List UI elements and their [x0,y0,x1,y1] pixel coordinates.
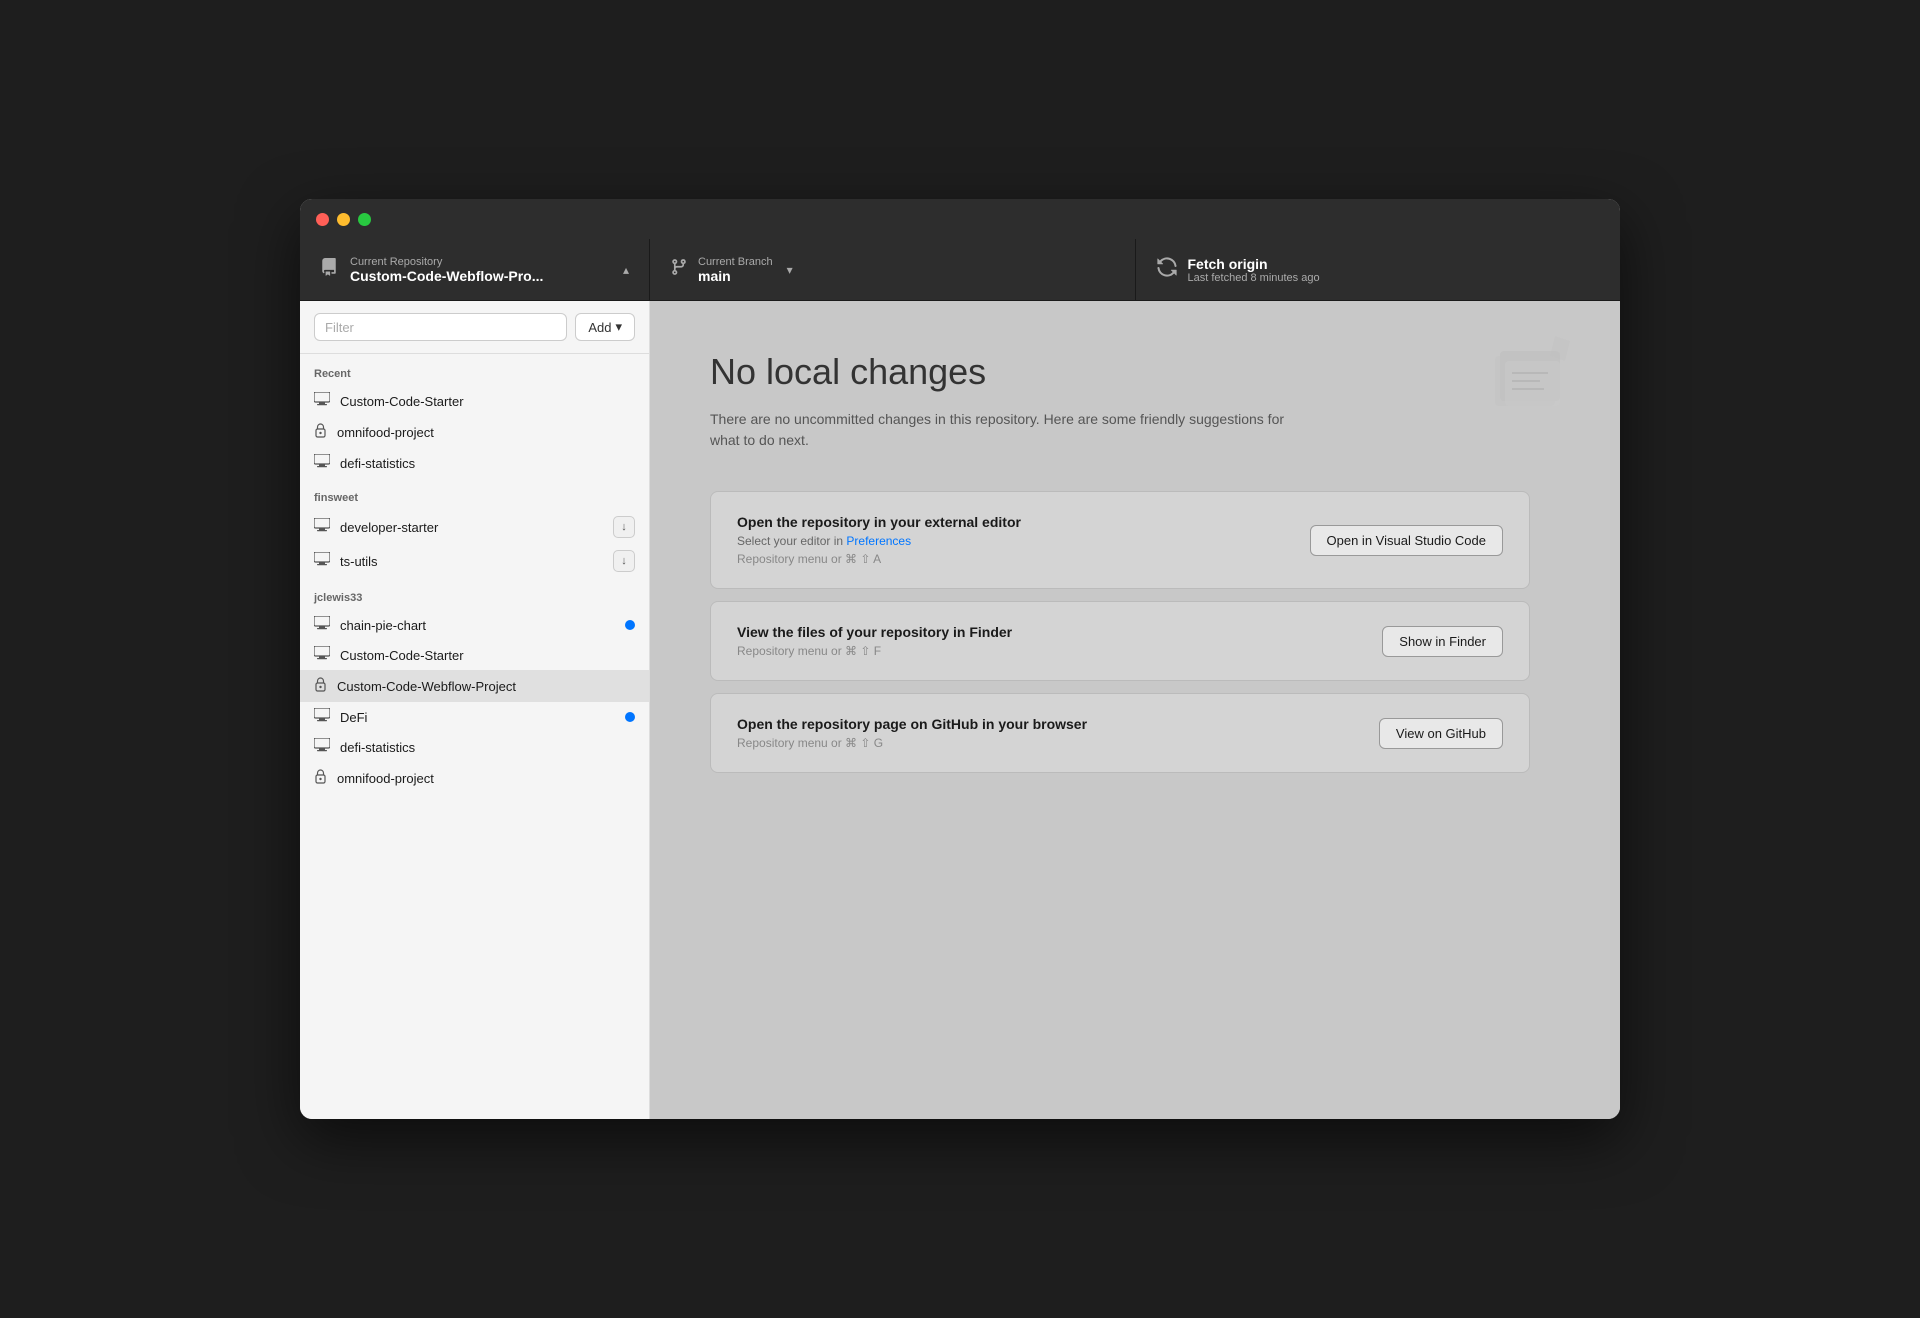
section-label-jclewis33: jclewis33 [300,578,649,610]
show-in-finder-button[interactable]: Show in Finder [1382,626,1503,657]
section-label-recent: Recent [300,354,649,386]
sidebar-item-name: Custom-Code-Webflow-Project [337,679,635,694]
no-changes-title: No local changes [710,351,986,393]
branch-label: Current Branch [698,256,773,268]
sidebar-item-name: developer-starter [340,520,603,535]
suggestion-info: View the files of your repository in Fin… [737,624,1382,658]
sidebar-item-name: DeFi [340,710,615,725]
suggestion-meta-prefix: Select your editor in [737,534,846,548]
sidebar-item-defi-statistics-jcl[interactable]: defi-statistics [300,732,649,762]
sidebar-item-developer-starter[interactable]: developer-starter ↓ [300,510,649,544]
add-button[interactable]: Add ▾ [575,313,635,341]
sidebar-item-defi[interactable]: DeFi [300,702,649,732]
monitor-icon [314,454,330,472]
suggestion-card-finder: View the files of your repository in Fin… [710,601,1530,681]
suggestion-card-github: Open the repository page on GitHub in yo… [710,693,1530,773]
sidebar-item-name: ts-utils [340,554,603,569]
monitor-icon [314,708,330,726]
decorative-illustration [1490,331,1580,426]
suggestion-info: Open the repository page on GitHub in yo… [737,716,1379,750]
close-button[interactable] [316,213,329,226]
suggestion-meta: Select your editor in Preferences [737,534,1310,548]
sidebar-item-name: omnifood-project [337,425,635,440]
sidebar-repo-list: Recent Custom-Code-Starter omnifood-proj… [300,354,649,1119]
sidebar-item-omnifood-recent[interactable]: omnifood-project [300,416,649,448]
preferences-link[interactable]: Preferences [846,534,911,548]
suggestion-shortcut: Repository menu or ⌘ ⇧ F [737,644,1382,658]
monitor-icon [314,646,330,664]
monitor-icon [314,616,330,634]
fetch-icon [1156,256,1178,283]
toolbar: Current Repository Custom-Code-Webflow-P… [300,239,1620,301]
content-area: No local changes There are no uncommitte… [650,301,1620,1119]
repo-text: Current Repository Custom-Code-Webflow-P… [350,256,543,284]
sidebar-item-omnifood-jcl[interactable]: omnifood-project [300,762,649,794]
sidebar-item-name: defi-statistics [340,456,635,471]
filter-input[interactable] [314,313,567,341]
monitor-icon [314,518,330,536]
repo-label: Current Repository [350,256,543,268]
current-branch-section[interactable]: Current Branch main ▾ [650,239,1136,300]
suggestion-title: Open the repository page on GitHub in yo… [737,716,1379,732]
unsynced-badge [625,712,635,722]
sidebar-item-name: Custom-Code-Starter [340,394,635,409]
monitor-icon [314,552,330,570]
branch-chevron-icon: ▾ [787,263,793,277]
repo-left: Current Repository Custom-Code-Webflow-P… [320,256,543,284]
sidebar-item-name: defi-statistics [340,740,635,755]
maximize-button[interactable] [358,213,371,226]
suggestion-shortcut: Repository menu or ⌘ ⇧ G [737,736,1379,750]
sidebar-item-custom-code-webflow-project[interactable]: Custom-Code-Webflow-Project [300,670,649,702]
unsynced-badge [625,620,635,630]
lock-icon [314,676,327,696]
branch-icon [670,258,688,281]
repo-chevron-icon: ▴ [623,263,629,277]
lock-icon [314,422,327,442]
repo-icon [320,258,338,281]
monitor-icon [314,392,330,410]
sidebar-item-name: omnifood-project [337,771,635,786]
open-in-vscode-button[interactable]: Open in Visual Studio Code [1310,525,1503,556]
main-content: Add ▾ Recent Custom-Code-Starter [300,301,1620,1119]
current-repo-section[interactable]: Current Repository Custom-Code-Webflow-P… [300,239,650,300]
sidebar: Add ▾ Recent Custom-Code-Starter [300,301,650,1119]
sidebar-item-chain-pie-chart[interactable]: chain-pie-chart [300,610,649,640]
download-arrow-icon: ↓ [613,550,635,572]
sidebar-item-name: Custom-Code-Starter [340,648,635,663]
fetch-origin-section[interactable]: Fetch origin Last fetched 8 minutes ago [1136,239,1621,300]
sidebar-item-ts-utils[interactable]: ts-utils ↓ [300,544,649,578]
sidebar-item-custom-code-starter-recent[interactable]: Custom-Code-Starter [300,386,649,416]
section-label-finsweet: finsweet [300,478,649,510]
add-button-label: Add [588,320,611,335]
sidebar-item-defi-stats-recent[interactable]: defi-statistics [300,448,649,478]
fetch-title: Fetch origin [1188,256,1320,272]
download-arrow-icon: ↓ [613,516,635,538]
sidebar-item-custom-code-starter-jcl[interactable]: Custom-Code-Starter [300,640,649,670]
add-chevron-icon: ▾ [615,319,622,335]
lock-icon [314,768,327,788]
suggestion-title: Open the repository in your external edi… [737,514,1310,530]
suggestion-title: View the files of your repository in Fin… [737,624,1382,640]
fetch-text: Fetch origin Last fetched 8 minutes ago [1188,256,1320,284]
sidebar-item-name: chain-pie-chart [340,618,615,633]
titlebar [300,199,1620,239]
suggestion-info: Open the repository in your external edi… [737,514,1310,566]
traffic-lights [316,213,371,226]
fetch-subtitle: Last fetched 8 minutes ago [1188,272,1320,284]
monitor-icon [314,738,330,756]
branch-text: Current Branch main [698,256,773,284]
branch-name: main [698,268,773,284]
suggestion-shortcut: Repository menu or ⌘ ⇧ A [737,552,1310,566]
view-on-github-button[interactable]: View on GitHub [1379,718,1503,749]
repo-name: Custom-Code-Webflow-Pro... [350,268,543,284]
no-changes-subtitle: There are no uncommitted changes in this… [710,409,1310,451]
app-window: Current Repository Custom-Code-Webflow-P… [300,199,1620,1119]
minimize-button[interactable] [337,213,350,226]
sidebar-filter-bar: Add ▾ [300,301,649,354]
suggestion-card-editor: Open the repository in your external edi… [710,491,1530,589]
